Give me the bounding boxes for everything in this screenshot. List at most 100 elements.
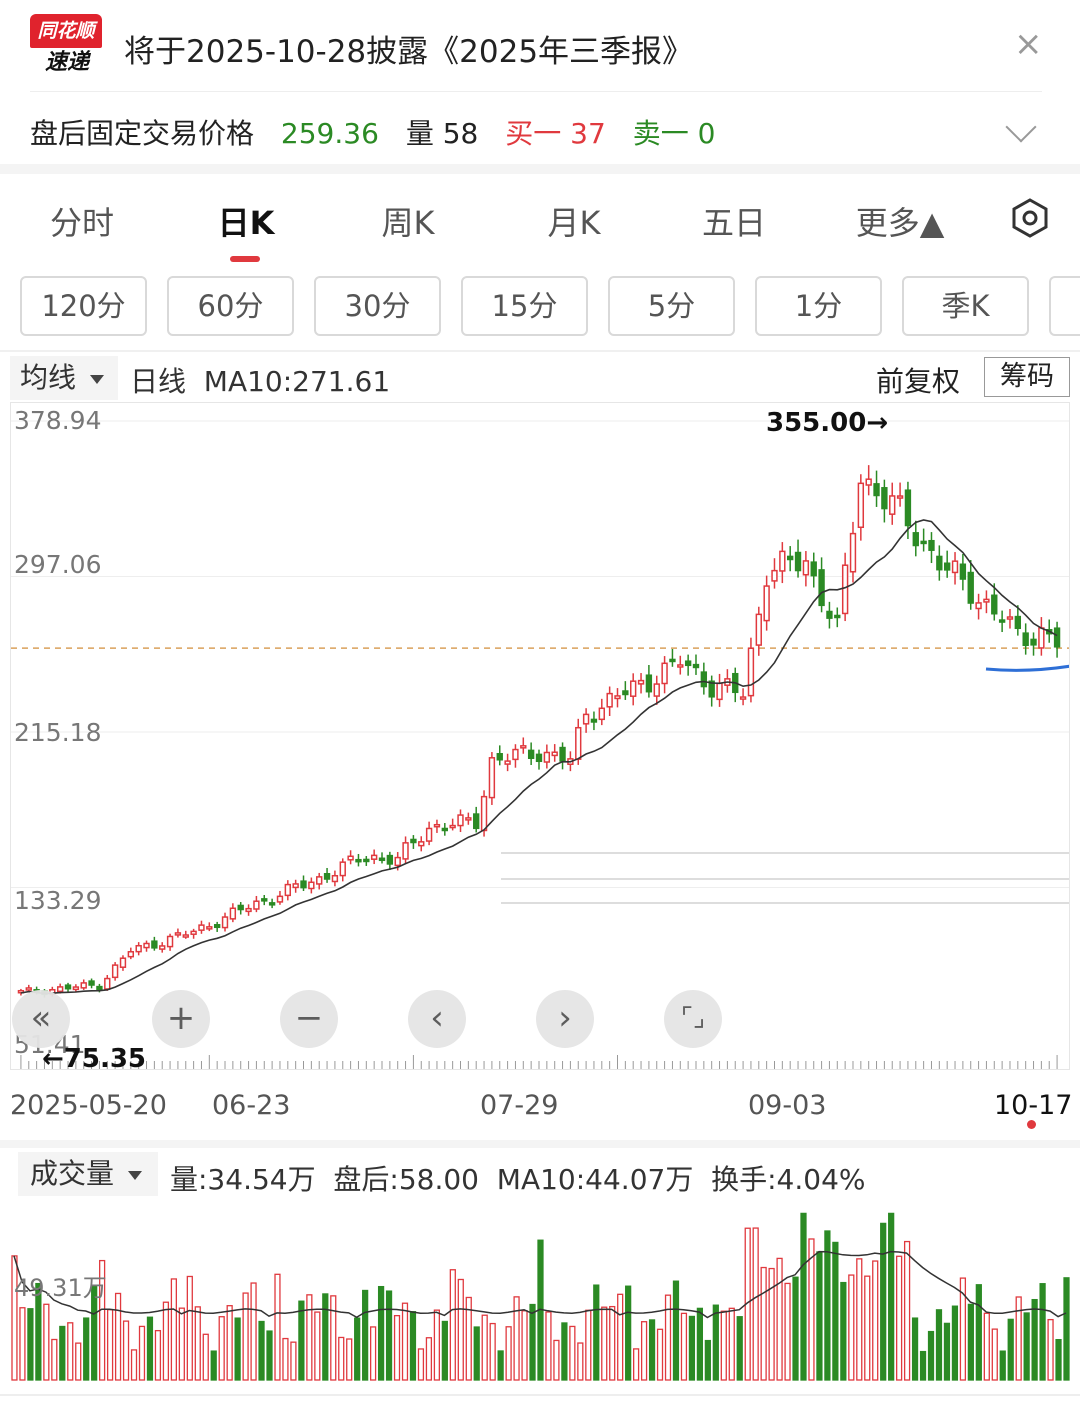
scroll-left-fast-button[interactable]: « [12,990,70,1048]
volume-bar [776,1257,783,1381]
volume-bar [505,1326,512,1381]
tab-five-day[interactable]: 五日 [674,198,794,244]
y-tick-label: 215.18 [14,718,102,747]
candle-body [889,495,896,515]
after-hours-volume: 量 58 [405,117,479,150]
kline-chart[interactable] [10,402,1078,1070]
candle-body [606,692,613,708]
volume-bar [951,1305,959,1381]
volume-bar [919,1350,927,1381]
scroll-left-button[interactable]: ‹ [408,990,466,1048]
volume-bar [903,1240,911,1381]
volume-bar [130,1349,138,1381]
candle-body [80,982,87,989]
candle-body [677,664,684,668]
x-tick-label: 07-29 [480,1090,559,1121]
candle-body [551,751,558,757]
candle-body [959,563,967,580]
earnings-notice[interactable]: 将于2025-10-28披露《2025年三季报》 [124,26,693,71]
logo-bottom-text: 速递 [44,50,89,75]
adjust-mode-label[interactable]: 前复权 [876,360,960,400]
candle-body [614,695,621,700]
volume-bar [585,1309,592,1381]
dropdown-arrow-icon [128,1170,143,1180]
candle-body [787,555,794,561]
interval-60m-button[interactable]: 60分 [167,276,294,336]
candle-body [661,662,668,685]
tab-monthly-k[interactable]: 月K [514,198,634,244]
volume-bar [609,1305,616,1381]
fullscreen-icon[interactable]: ⌜⌟ [664,990,722,1048]
candle-body [143,942,150,949]
candle-body [480,795,488,832]
chips-button[interactable]: 筹码 [984,357,1070,397]
candle-body [402,842,409,860]
candle-body [763,585,770,622]
volume-bar [625,1285,632,1381]
zoom-in-button[interactable]: + [152,990,210,1048]
volume-bar [186,1275,193,1381]
candle-body [323,873,331,880]
volume-bar [202,1333,209,1381]
volume-chart[interactable] [10,1200,1070,1382]
volume-bar [51,1338,58,1381]
volume-bar [728,1307,735,1381]
tab-weekly-k[interactable]: 周K [348,198,468,244]
kline-svg [11,420,1078,1069]
scroll-right-button[interactable]: › [536,990,594,1048]
volume-bar [75,1342,82,1381]
candle-body [488,757,496,799]
candle-body [692,663,700,669]
logo-top-text: 同花顺 [30,14,102,48]
after-hours-row[interactable]: 盘后固定交易价格 259.36 量 58 买一 37 卖一 0 [30,112,733,152]
candle-body [849,532,857,573]
volume-dropdown-label: 成交量 [30,1157,115,1190]
tab-daily-k[interactable]: 日K [186,198,306,244]
close-icon[interactable]: × [1014,24,1043,64]
active-tab-indicator [230,256,260,262]
candle-body [598,707,605,721]
candle-body [975,602,982,610]
zoom-out-button[interactable]: − [280,990,338,1048]
ma-dropdown[interactable]: 均线 [10,356,118,400]
interval-1m-button[interactable]: 1分 [755,276,882,336]
interval-5m-button[interactable]: 5分 [608,276,735,336]
app-logo: 同花顺 速递 [30,14,102,78]
volume-bar [481,1314,488,1381]
volume-bar [617,1293,624,1381]
candle-body [904,489,912,527]
volume-bar [792,1276,799,1381]
volume-bar [768,1267,775,1381]
volume-bar [880,1222,887,1381]
settings-icon[interactable] [1010,198,1050,238]
candle-body [72,986,80,991]
volume-bar [178,1307,185,1381]
volume-bar [242,1292,249,1381]
volume-bar [425,1337,433,1381]
tab-intraday[interactable]: 分时 [22,198,142,244]
candle-body [637,679,645,685]
candle-body [159,945,166,950]
volume-bar [736,1316,743,1381]
candle-body [936,555,943,571]
interval-15m-button[interactable]: 15分 [461,276,588,336]
volume-bar [712,1304,719,1381]
interval-quarter-k-button[interactable]: 季K [902,276,1029,336]
candle-body [394,856,401,867]
candle-body [739,696,747,700]
interval-30m-button[interactable]: 30分 [314,276,441,336]
interval-120m-button[interactable]: 120分 [20,276,147,336]
volume-bar [258,1320,265,1381]
chevron-down-icon[interactable] [1005,111,1037,143]
volume-bar [1039,1283,1046,1381]
candle-body [96,985,103,991]
tab-more[interactable]: 更多▲ [840,198,960,244]
divider [0,1394,1080,1396]
after-hours-label: 盘后固定交易价格 [30,117,255,150]
volume-bar [975,1284,982,1381]
candle-body [873,483,880,497]
interval-more-button[interactable] [1049,276,1080,336]
candle-body [56,986,64,993]
candle-body [449,824,456,829]
volume-dropdown[interactable]: 成交量 [18,1152,158,1196]
